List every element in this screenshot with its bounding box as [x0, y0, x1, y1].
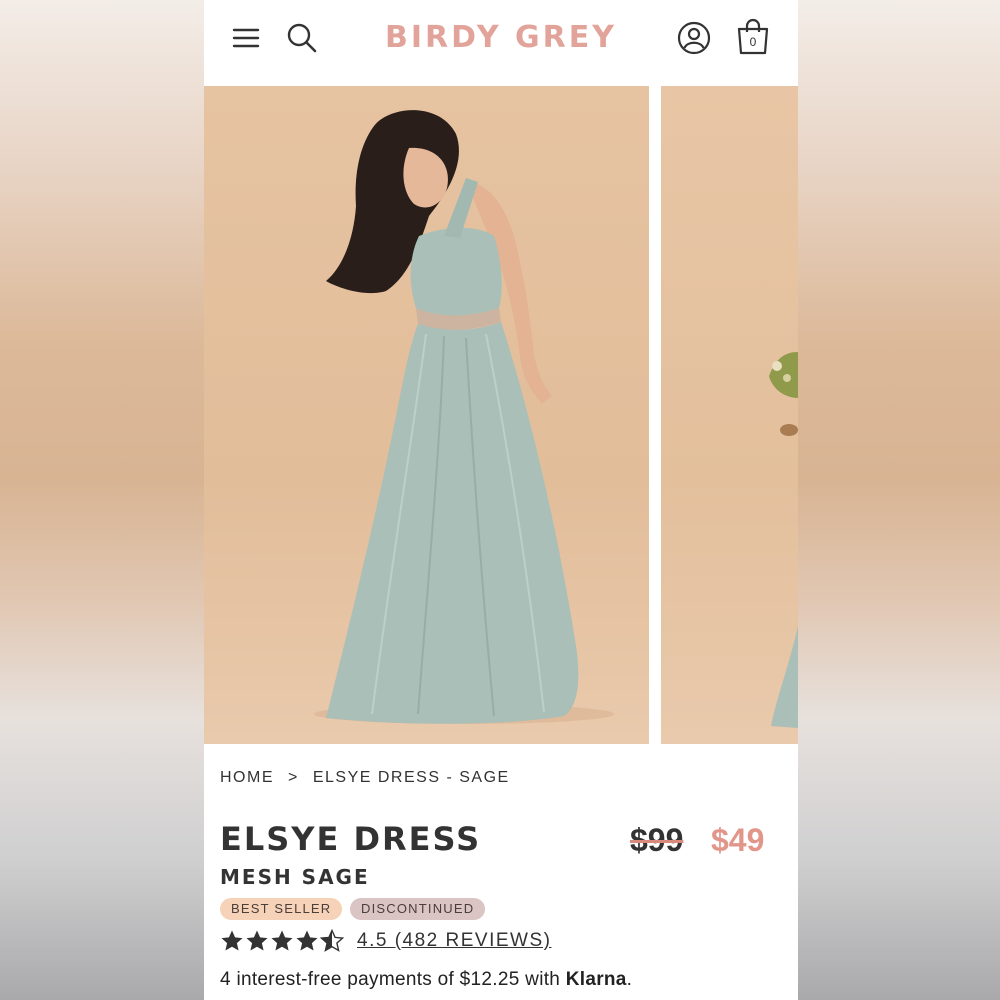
breadcrumb-separator: > — [288, 769, 299, 786]
dress-photo-next[interactable] — [661, 86, 798, 744]
original-price: $99 — [630, 822, 684, 858]
product-variant: MESH SAGE — [220, 865, 370, 889]
installment-suffix: . — [626, 969, 633, 990]
reviews-link[interactable]: 4.5 (482 REVIEWS) — [357, 930, 551, 952]
rating-row: 4.5 (482 REVIEWS) — [220, 929, 551, 953]
breadcrumb-home[interactable]: HOME — [220, 769, 274, 787]
breadcrumb-current: ELSYE DRESS - SAGE — [312, 769, 510, 786]
discontinued-badge: DISCONTINUED — [350, 898, 486, 920]
star-rating — [220, 929, 344, 953]
search-icon[interactable] — [282, 18, 322, 58]
best-seller-badge: BEST SELLER — [220, 898, 343, 920]
site-header: BIRDY GREY 0 — [204, 0, 798, 86]
klarna-link[interactable]: Klarna — [566, 969, 627, 990]
hamburger-menu-icon[interactable] — [226, 18, 266, 58]
star-icon — [271, 930, 293, 951]
user-account-icon[interactable] — [674, 18, 714, 58]
dress-photo-main[interactable] — [204, 86, 649, 744]
product-title: ELSYE DRESS — [220, 820, 482, 858]
star-icon — [221, 930, 243, 951]
phone-screen: BIRDY GREY 0 HOME > ELSYE DRESS - SAGE E… — [204, 0, 798, 1000]
sale-price: $49 — [711, 822, 765, 858]
star-icon — [246, 930, 268, 951]
product-gallery[interactable] — [204, 86, 798, 744]
brand-logo[interactable]: BIRDY GREY — [354, 20, 648, 55]
cart-count: 0 — [749, 35, 757, 49]
installment-info: 4 interest-free payments of $12.25 with … — [220, 969, 632, 991]
half-star-icon — [320, 929, 344, 952]
shopping-bag-icon[interactable]: 0 — [733, 18, 773, 58]
breadcrumb: HOME > ELSYE DRESS - SAGE — [220, 769, 510, 787]
star-icon — [296, 930, 318, 951]
installment-text: 4 interest-free payments of $12.25 with — [220, 969, 566, 990]
